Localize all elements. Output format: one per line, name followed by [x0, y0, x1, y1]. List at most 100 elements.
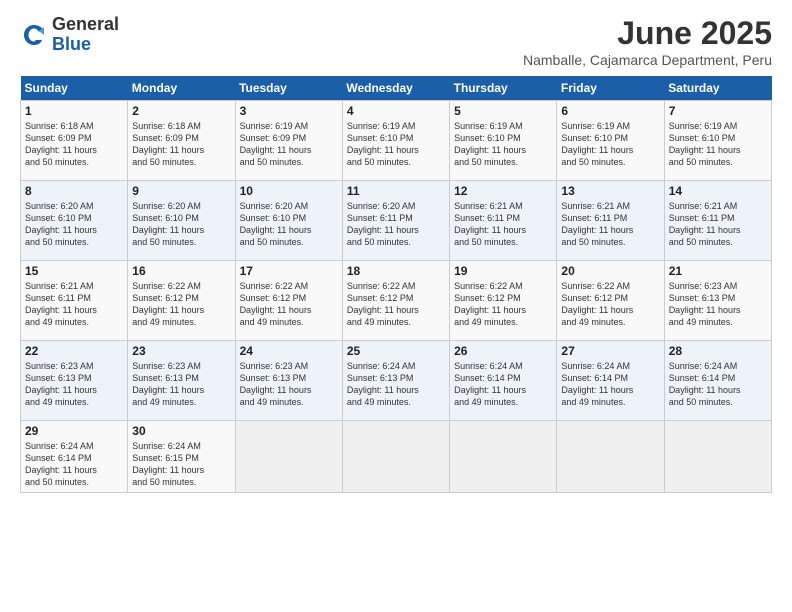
day-info: Sunrise: 6:19 AMSunset: 6:10 PMDaylight:…: [347, 120, 445, 169]
header-row: SundayMondayTuesdayWednesdayThursdayFrid…: [21, 76, 772, 101]
day-number: 10: [240, 184, 338, 198]
day-cell: 3 Sunrise: 6:19 AMSunset: 6:09 PMDayligh…: [235, 101, 342, 181]
day-info: Sunrise: 6:24 AMSunset: 6:14 PMDaylight:…: [25, 440, 123, 489]
day-number: 5: [454, 104, 552, 118]
logo-icon: [20, 21, 48, 49]
day-number: 16: [132, 264, 230, 278]
day-cell: 2 Sunrise: 6:18 AMSunset: 6:09 PMDayligh…: [128, 101, 235, 181]
day-number: 2: [132, 104, 230, 118]
day-cell: [664, 421, 771, 493]
day-cell: 8 Sunrise: 6:20 AMSunset: 6:10 PMDayligh…: [21, 181, 128, 261]
day-info: Sunrise: 6:20 AMSunset: 6:10 PMDaylight:…: [25, 200, 123, 249]
day-cell: 28 Sunrise: 6:24 AMSunset: 6:14 PMDaylig…: [664, 341, 771, 421]
day-cell: 27 Sunrise: 6:24 AMSunset: 6:14 PMDaylig…: [557, 341, 664, 421]
day-number: 24: [240, 344, 338, 358]
day-info: Sunrise: 6:19 AMSunset: 6:10 PMDaylight:…: [454, 120, 552, 169]
day-cell: 24 Sunrise: 6:23 AMSunset: 6:13 PMDaylig…: [235, 341, 342, 421]
logo-text: General Blue: [52, 15, 119, 55]
day-info: Sunrise: 6:19 AMSunset: 6:10 PMDaylight:…: [669, 120, 767, 169]
day-cell: 9 Sunrise: 6:20 AMSunset: 6:10 PMDayligh…: [128, 181, 235, 261]
calendar-table: SundayMondayTuesdayWednesdayThursdayFrid…: [20, 76, 772, 493]
logo-blue: Blue: [52, 35, 119, 55]
day-number: 11: [347, 184, 445, 198]
day-info: Sunrise: 6:19 AMSunset: 6:10 PMDaylight:…: [561, 120, 659, 169]
day-info: Sunrise: 6:20 AMSunset: 6:10 PMDaylight:…: [132, 200, 230, 249]
header: General Blue June 2025 Namballe, Cajamar…: [20, 15, 772, 68]
day-cell: 22 Sunrise: 6:23 AMSunset: 6:13 PMDaylig…: [21, 341, 128, 421]
day-cell: 6 Sunrise: 6:19 AMSunset: 6:10 PMDayligh…: [557, 101, 664, 181]
page: General Blue June 2025 Namballe, Cajamar…: [0, 0, 792, 612]
day-cell: 15 Sunrise: 6:21 AMSunset: 6:11 PMDaylig…: [21, 261, 128, 341]
day-cell: [342, 421, 449, 493]
week-row-2: 8 Sunrise: 6:20 AMSunset: 6:10 PMDayligh…: [21, 181, 772, 261]
col-header-sunday: Sunday: [21, 76, 128, 101]
day-number: 19: [454, 264, 552, 278]
day-cell: 26 Sunrise: 6:24 AMSunset: 6:14 PMDaylig…: [450, 341, 557, 421]
day-info: Sunrise: 6:23 AMSunset: 6:13 PMDaylight:…: [132, 360, 230, 409]
day-cell: 1 Sunrise: 6:18 AMSunset: 6:09 PMDayligh…: [21, 101, 128, 181]
day-cell: 29 Sunrise: 6:24 AMSunset: 6:14 PMDaylig…: [21, 421, 128, 493]
day-info: Sunrise: 6:22 AMSunset: 6:12 PMDaylight:…: [454, 280, 552, 329]
day-info: Sunrise: 6:24 AMSunset: 6:14 PMDaylight:…: [561, 360, 659, 409]
day-cell: 12 Sunrise: 6:21 AMSunset: 6:11 PMDaylig…: [450, 181, 557, 261]
day-number: 29: [25, 424, 123, 438]
day-cell: 4 Sunrise: 6:19 AMSunset: 6:10 PMDayligh…: [342, 101, 449, 181]
day-number: 17: [240, 264, 338, 278]
day-cell: 17 Sunrise: 6:22 AMSunset: 6:12 PMDaylig…: [235, 261, 342, 341]
day-info: Sunrise: 6:18 AMSunset: 6:09 PMDaylight:…: [25, 120, 123, 169]
title-area: June 2025 Namballe, Cajamarca Department…: [523, 15, 772, 68]
day-cell: 10 Sunrise: 6:20 AMSunset: 6:10 PMDaylig…: [235, 181, 342, 261]
week-row-4: 22 Sunrise: 6:23 AMSunset: 6:13 PMDaylig…: [21, 341, 772, 421]
day-cell: [557, 421, 664, 493]
week-row-3: 15 Sunrise: 6:21 AMSunset: 6:11 PMDaylig…: [21, 261, 772, 341]
day-number: 23: [132, 344, 230, 358]
logo-general: General: [52, 15, 119, 35]
day-number: 9: [132, 184, 230, 198]
logo: General Blue: [20, 15, 119, 55]
day-number: 28: [669, 344, 767, 358]
day-cell: 21 Sunrise: 6:23 AMSunset: 6:13 PMDaylig…: [664, 261, 771, 341]
day-info: Sunrise: 6:20 AMSunset: 6:10 PMDaylight:…: [240, 200, 338, 249]
day-number: 22: [25, 344, 123, 358]
day-number: 3: [240, 104, 338, 118]
day-number: 26: [454, 344, 552, 358]
day-info: Sunrise: 6:18 AMSunset: 6:09 PMDaylight:…: [132, 120, 230, 169]
day-cell: 18 Sunrise: 6:22 AMSunset: 6:12 PMDaylig…: [342, 261, 449, 341]
day-number: 15: [25, 264, 123, 278]
day-number: 8: [25, 184, 123, 198]
day-info: Sunrise: 6:24 AMSunset: 6:14 PMDaylight:…: [454, 360, 552, 409]
day-cell: 11 Sunrise: 6:20 AMSunset: 6:11 PMDaylig…: [342, 181, 449, 261]
day-number: 20: [561, 264, 659, 278]
day-cell: 23 Sunrise: 6:23 AMSunset: 6:13 PMDaylig…: [128, 341, 235, 421]
day-cell: 13 Sunrise: 6:21 AMSunset: 6:11 PMDaylig…: [557, 181, 664, 261]
col-header-friday: Friday: [557, 76, 664, 101]
day-cell: 25 Sunrise: 6:24 AMSunset: 6:13 PMDaylig…: [342, 341, 449, 421]
day-number: 18: [347, 264, 445, 278]
day-cell: 19 Sunrise: 6:22 AMSunset: 6:12 PMDaylig…: [450, 261, 557, 341]
day-cell: 14 Sunrise: 6:21 AMSunset: 6:11 PMDaylig…: [664, 181, 771, 261]
day-number: 27: [561, 344, 659, 358]
col-header-thursday: Thursday: [450, 76, 557, 101]
day-info: Sunrise: 6:21 AMSunset: 6:11 PMDaylight:…: [561, 200, 659, 249]
day-info: Sunrise: 6:23 AMSunset: 6:13 PMDaylight:…: [669, 280, 767, 329]
week-row-1: 1 Sunrise: 6:18 AMSunset: 6:09 PMDayligh…: [21, 101, 772, 181]
day-info: Sunrise: 6:20 AMSunset: 6:11 PMDaylight:…: [347, 200, 445, 249]
location-subtitle: Namballe, Cajamarca Department, Peru: [523, 52, 772, 68]
day-info: Sunrise: 6:21 AMSunset: 6:11 PMDaylight:…: [669, 200, 767, 249]
col-header-saturday: Saturday: [664, 76, 771, 101]
day-cell: 16 Sunrise: 6:22 AMSunset: 6:12 PMDaylig…: [128, 261, 235, 341]
day-cell: 7 Sunrise: 6:19 AMSunset: 6:10 PMDayligh…: [664, 101, 771, 181]
day-info: Sunrise: 6:19 AMSunset: 6:09 PMDaylight:…: [240, 120, 338, 169]
day-info: Sunrise: 6:23 AMSunset: 6:13 PMDaylight:…: [25, 360, 123, 409]
day-info: Sunrise: 6:24 AMSunset: 6:15 PMDaylight:…: [132, 440, 230, 489]
day-cell: 5 Sunrise: 6:19 AMSunset: 6:10 PMDayligh…: [450, 101, 557, 181]
day-info: Sunrise: 6:24 AMSunset: 6:14 PMDaylight:…: [669, 360, 767, 409]
day-number: 30: [132, 424, 230, 438]
day-number: 14: [669, 184, 767, 198]
day-info: Sunrise: 6:23 AMSunset: 6:13 PMDaylight:…: [240, 360, 338, 409]
day-info: Sunrise: 6:22 AMSunset: 6:12 PMDaylight:…: [240, 280, 338, 329]
day-cell: [450, 421, 557, 493]
day-info: Sunrise: 6:22 AMSunset: 6:12 PMDaylight:…: [561, 280, 659, 329]
day-number: 12: [454, 184, 552, 198]
day-number: 13: [561, 184, 659, 198]
